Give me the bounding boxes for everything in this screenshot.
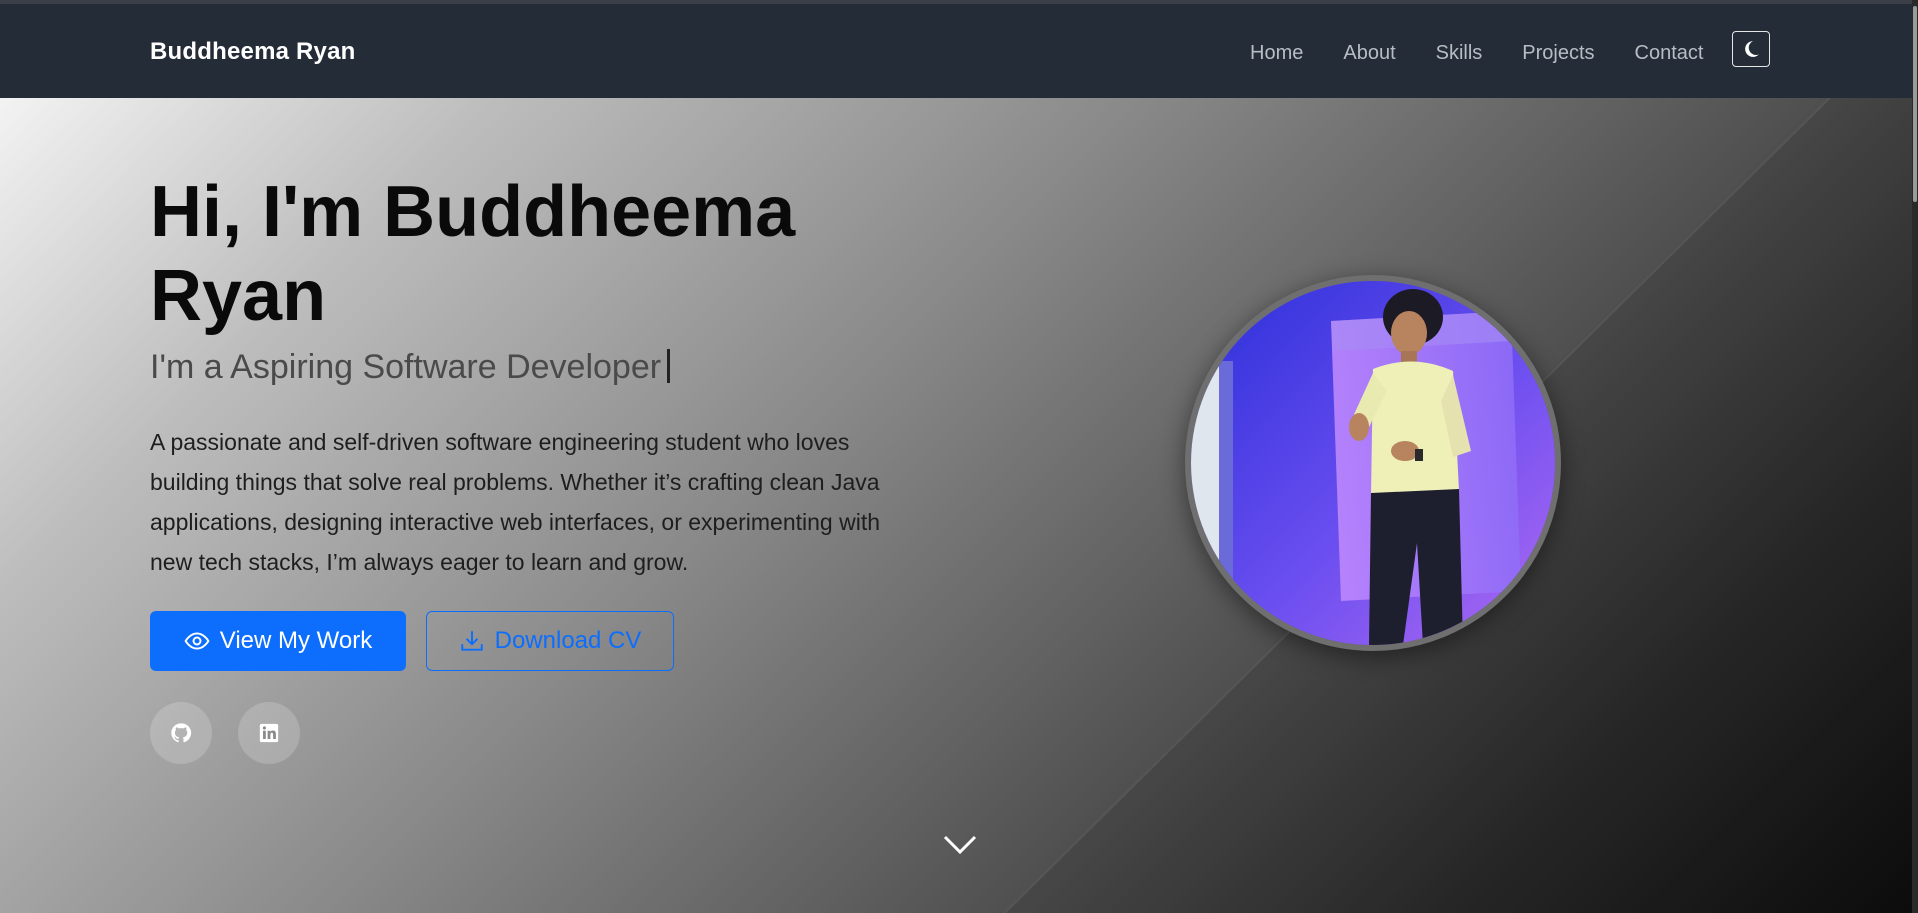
view-my-work-label: View My Work (219, 627, 373, 654)
typing-text: I'm a Aspiring Software Developer (150, 348, 662, 386)
scrollbar-thumb[interactable] (1913, 6, 1917, 202)
typing-cursor (667, 349, 671, 383)
profile-photo-illustration (1191, 281, 1555, 645)
nav-link-contact[interactable]: Contact (1635, 42, 1704, 65)
github-icon (171, 723, 192, 743)
moon-icon (1745, 41, 1759, 57)
theme-toggle-button[interactable] (1732, 31, 1770, 67)
nav-link-skills[interactable]: Skills (1436, 42, 1483, 65)
page-scrollbar[interactable] (1912, 0, 1918, 913)
hero-section: Hi, I'm Buddheema Ryan I'm a Aspiring So… (0, 98, 1918, 913)
eye-icon (184, 632, 210, 650)
brand-logo-text[interactable]: Buddheema Ryan (150, 38, 356, 66)
linkedin-link[interactable] (238, 702, 300, 764)
nav-link-home[interactable]: Home (1250, 42, 1303, 65)
hero-description: A passionate and self-driven software en… (150, 429, 881, 575)
main-nav: Home About Skills Projects Contact (1250, 42, 1743, 65)
nav-link-about[interactable]: About (1343, 42, 1395, 65)
hero-title-line1: Hi, I'm Buddheema (150, 172, 796, 252)
download-cv-label: Download CV (494, 627, 642, 654)
hero-title-line2: Ryan (150, 256, 327, 336)
profile-photo (1185, 275, 1561, 651)
download-icon (460, 631, 483, 651)
download-cv-button[interactable]: Download CV (426, 611, 674, 671)
linkedin-icon (259, 723, 279, 743)
chevron-down-icon[interactable] (942, 833, 978, 857)
hero-title: Hi, I'm Buddheema Ryan (150, 170, 910, 338)
github-link[interactable] (150, 702, 212, 764)
view-my-work-button[interactable]: View My Work (150, 611, 406, 671)
hero-subtitle: I'm a Aspiring Software Developer (150, 348, 671, 387)
nav-link-projects[interactable]: Projects (1522, 42, 1594, 65)
navbar: Buddheema Ryan Home About Skills Project… (0, 4, 1918, 98)
